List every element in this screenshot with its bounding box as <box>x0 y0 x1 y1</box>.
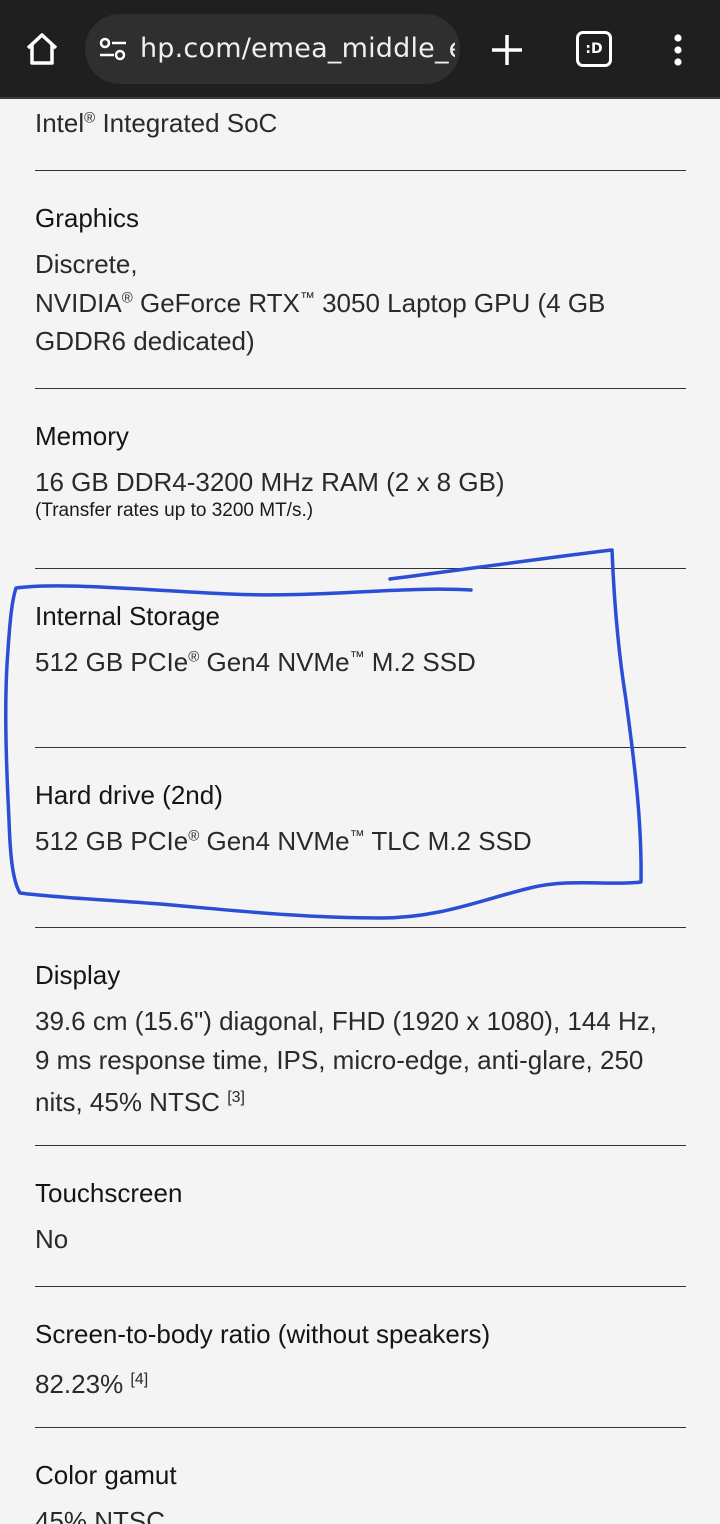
spec-memory: Memory 16 GB DDR4-3200 MHz RAM (2 x 8 GB… <box>35 418 686 524</box>
display-line-1: 39.6 cm (15.6") diagonal, FHD (1920 x 10… <box>35 1006 657 1036</box>
display-line-2: 9 ms response time, IPS, micro-edge, ant… <box>35 1044 644 1075</box>
spec-title-internal-storage: Internal Storage <box>35 601 221 631</box>
tabs-icon[interactable]: :D <box>576 31 612 67</box>
divider <box>35 927 686 928</box>
divider <box>35 170 686 171</box>
spec-title-memory: Memory <box>35 421 129 451</box>
footnote-link[interactable]: [4] <box>130 1371 148 1388</box>
spec-title-screen-to-body: Screen-to-body ratio (without speakers) <box>35 1319 491 1349</box>
spec-value-memory: 16 GB DDR4-3200 MHz RAM (2 x 8 GB) <box>35 467 505 497</box>
url-text[interactable]: hp.com/emea_middle_east <box>140 14 455 84</box>
spec-title-graphics: Graphics <box>35 203 140 233</box>
spec-color-gamut: Color gamut 45% NTSC <box>35 1457 686 1524</box>
spec-value-display: 39.6 cm (15.6") diagonal, FHD (1920 x 10… <box>35 1002 686 1122</box>
browser-toolbar: hp.com/emea_middle_east :D <box>0 0 720 99</box>
display-line-3: nits, 45% NTSC [3] <box>35 1079 686 1122</box>
divider <box>35 1286 686 1287</box>
spec-display: Display 39.6 cm (15.6") diagonal, FHD (1… <box>35 957 686 1122</box>
divider <box>35 568 686 569</box>
graphics-line-1: Discrete, <box>35 249 138 279</box>
display-line-3-text: nits, 45% NTSC <box>35 1087 220 1117</box>
spec-value-color-gamut: 45% NTSC <box>35 1506 166 1524</box>
address-bar[interactable]: hp.com/emea_middle_east <box>85 14 460 84</box>
spec-touchscreen: Touchscreen No <box>35 1175 686 1259</box>
spec-internal-storage: Internal Storage 512 GB PCIe® Gen4 NVMe™… <box>35 598 686 682</box>
home-icon[interactable] <box>20 26 64 72</box>
spec-value-screen-to-body: 82.23% [4] <box>35 1361 686 1404</box>
tune-icon[interactable] <box>99 36 127 62</box>
graphics-line-3: GDDR6 dedicated) <box>35 326 255 356</box>
plus-icon[interactable] <box>486 29 528 71</box>
spec-title-color-gamut: Color gamut <box>35 1460 177 1490</box>
divider <box>35 747 686 748</box>
processor-family-value: Intel® Integrated SoC <box>35 108 278 138</box>
spec-title-touchscreen: Touchscreen <box>35 1178 183 1208</box>
tabs-label: :D <box>585 41 603 57</box>
spec-title-hard-drive-2nd: Hard drive (2nd) <box>35 780 223 810</box>
spec-graphics: Graphics Discrete, NVIDIA® GeForce RTX™ … <box>35 200 686 361</box>
spec-value-touchscreen: No <box>35 1224 69 1254</box>
divider <box>35 1427 686 1428</box>
spec-title-display: Display <box>35 960 121 990</box>
footnote-link[interactable]: [3] <box>227 1089 245 1106</box>
graphics-line-2: NVIDIA® GeForce RTX™ 3050 Laptop GPU (4 … <box>35 287 606 318</box>
spec-screen-to-body: Screen-to-body ratio (without speakers) … <box>35 1316 686 1404</box>
divider <box>35 388 686 389</box>
divider <box>35 1145 686 1146</box>
spec-hard-drive-2nd: Hard drive (2nd) 512 GB PCIe® Gen4 NVMe™… <box>35 777 686 861</box>
spec-value-hard-drive-2nd: 512 GB PCIe® Gen4 NVMe™ TLC M.2 SSD <box>35 826 532 856</box>
spec-value-internal-storage: 512 GB PCIe® Gen4 NVMe™ M.2 SSD <box>35 647 476 677</box>
more-vert-icon[interactable] <box>664 30 692 70</box>
spec-value-graphics: Discrete, NVIDIA® GeForce RTX™ 3050 Lapt… <box>35 245 686 361</box>
screen-to-body-value: 82.23% <box>35 1369 124 1399</box>
